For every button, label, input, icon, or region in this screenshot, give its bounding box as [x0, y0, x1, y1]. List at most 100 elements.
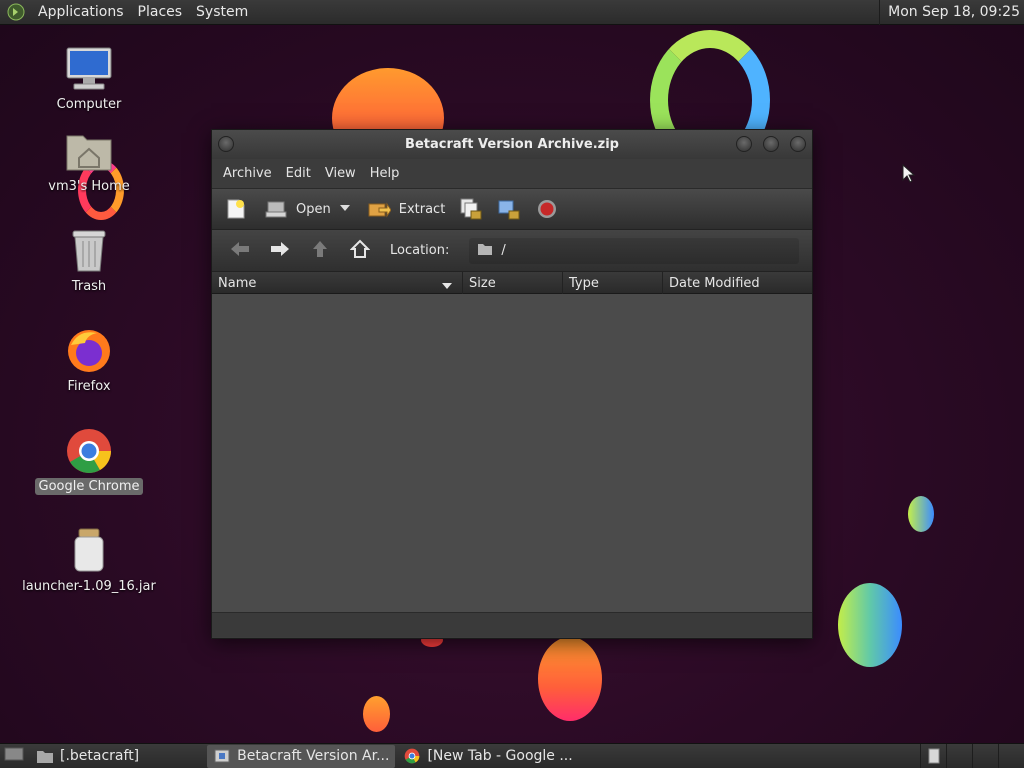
window-menubar: Archive Edit View Help [212, 159, 812, 188]
firefox-icon [64, 326, 114, 376]
desktop-icon-trash[interactable]: Trash [24, 226, 154, 295]
menu-edit[interactable]: Edit [279, 166, 318, 181]
desktop-icon-firefox[interactable]: Firefox [24, 326, 154, 395]
chrome-icon [403, 747, 421, 765]
stop-button[interactable] [531, 194, 563, 224]
add-files-button[interactable] [455, 194, 487, 224]
workspace-4[interactable] [998, 743, 1024, 768]
taskbar-item-chrome[interactable]: [New Tab - Google ... [397, 745, 578, 768]
file-list[interactable] [212, 294, 812, 612]
status-bar [212, 612, 812, 637]
column-date-modified[interactable]: Date Modified [663, 272, 810, 294]
menu-archive[interactable]: Archive [216, 166, 279, 181]
home-icon [349, 239, 371, 263]
window-toolbar: Open Extract [212, 188, 812, 230]
window-titlebar[interactable]: Betacraft Version Archive.zip [212, 130, 812, 159]
column-type[interactable]: Type [563, 272, 663, 294]
window-title: Betacraft Version Archive.zip [405, 137, 619, 152]
desktop-icon-label: Firefox [67, 379, 111, 394]
open-archive-icon [264, 197, 288, 221]
archive-manager-icon [213, 747, 231, 765]
taskbar-item-betacraft-folder[interactable]: [.betacraft] [30, 745, 145, 768]
column-size[interactable]: Size [463, 272, 563, 294]
column-date-label: Date Modified [669, 275, 760, 291]
taskbar-item-label: [New Tab - Google ... [427, 748, 573, 764]
mouse-cursor-icon [902, 164, 916, 183]
show-desktop-icon [4, 746, 24, 766]
back-button[interactable] [220, 236, 260, 266]
new-archive-button[interactable] [220, 194, 252, 224]
desktop-icon-label: Google Chrome [34, 478, 144, 495]
window-menu-button[interactable] [218, 136, 234, 152]
workspace-3[interactable] [972, 743, 998, 768]
open-button[interactable]: Open [260, 194, 335, 224]
close-button[interactable] [790, 136, 806, 152]
wallpaper-shape [363, 696, 390, 732]
minimize-button[interactable] [736, 136, 752, 152]
location-path: / [501, 243, 506, 258]
desktop-icon-chrome[interactable]: Google Chrome [24, 426, 154, 495]
mate-logo-icon[interactable] [6, 2, 26, 22]
panel-clock[interactable]: Mon Sep 18, 09:25 [879, 0, 1024, 25]
folder-icon [36, 747, 54, 765]
folder-icon [477, 242, 493, 260]
sort-down-icon [442, 279, 452, 294]
trash-icon [64, 226, 114, 276]
home-button[interactable] [340, 236, 380, 266]
column-name-label: Name [218, 275, 257, 291]
places-menu[interactable]: Places [132, 4, 191, 20]
desktop-icon-jar[interactable]: launcher-1.09_16.jar [22, 526, 156, 595]
workspace-1[interactable] [920, 743, 946, 768]
new-archive-icon [224, 197, 248, 221]
wallpaper-shape [908, 496, 934, 532]
home-folder-icon [64, 126, 114, 176]
location-bar: Location: / [212, 230, 812, 272]
add-files-icon [459, 197, 483, 221]
bottom-panel: [.betacraft] Betacraft Version Ar... [Ne… [0, 743, 1024, 768]
add-folder-icon [497, 197, 521, 221]
open-label: Open [296, 201, 331, 217]
taskbar-item-archive-manager[interactable]: Betacraft Version Ar... [207, 744, 396, 768]
workspace-2[interactable] [946, 743, 972, 768]
chrome-icon [64, 426, 114, 476]
workspace-switcher [920, 743, 1024, 768]
extract-button[interactable]: Extract [363, 194, 450, 224]
column-type-label: Type [569, 275, 599, 291]
jar-icon [64, 526, 114, 576]
applications-menu[interactable]: Applications [32, 4, 132, 20]
desktop-icon-computer[interactable]: Computer [24, 44, 154, 113]
file-list-header: Name Size Type Date Modified [212, 272, 812, 294]
show-desktop-button[interactable] [0, 745, 28, 768]
location-field[interactable]: / [469, 237, 800, 264]
desktop-icon-label: Computer [56, 97, 122, 112]
wallpaper-shape [538, 637, 602, 721]
system-menu[interactable]: System [190, 4, 256, 20]
location-label: Location: [390, 243, 450, 258]
archive-manager-window: Betacraft Version Archive.zip Archive Ed… [211, 129, 813, 639]
desktop-icon-home[interactable]: vm3's Home [24, 126, 154, 195]
forward-button[interactable] [260, 236, 300, 266]
stop-icon [535, 197, 559, 221]
open-dropdown-button[interactable] [335, 194, 355, 224]
column-name[interactable]: Name [212, 272, 463, 294]
add-folder-button[interactable] [493, 194, 525, 224]
computer-icon [64, 44, 114, 94]
arrow-left-icon [229, 241, 251, 261]
extract-icon [367, 197, 391, 221]
maximize-button[interactable] [763, 136, 779, 152]
taskbar-item-label: Betacraft Version Ar... [237, 748, 390, 764]
extract-label: Extract [398, 201, 446, 217]
taskbar-item-label: [.betacraft] [60, 748, 140, 764]
menu-view[interactable]: View [318, 166, 363, 181]
wallpaper-shape [838, 583, 902, 667]
top-panel: Applications Places System Mon Sep 18, 0… [0, 0, 1024, 25]
arrow-right-icon [269, 241, 291, 261]
column-size-label: Size [469, 275, 496, 291]
desktop-icon-label: vm3's Home [48, 179, 130, 194]
chevron-down-icon [339, 202, 351, 217]
desktop-icon-label: Trash [71, 279, 107, 294]
menu-help[interactable]: Help [363, 166, 407, 181]
up-button[interactable] [300, 236, 340, 266]
desktop-icon-label: launcher-1.09_16.jar [22, 579, 156, 594]
arrow-up-icon [312, 239, 328, 263]
